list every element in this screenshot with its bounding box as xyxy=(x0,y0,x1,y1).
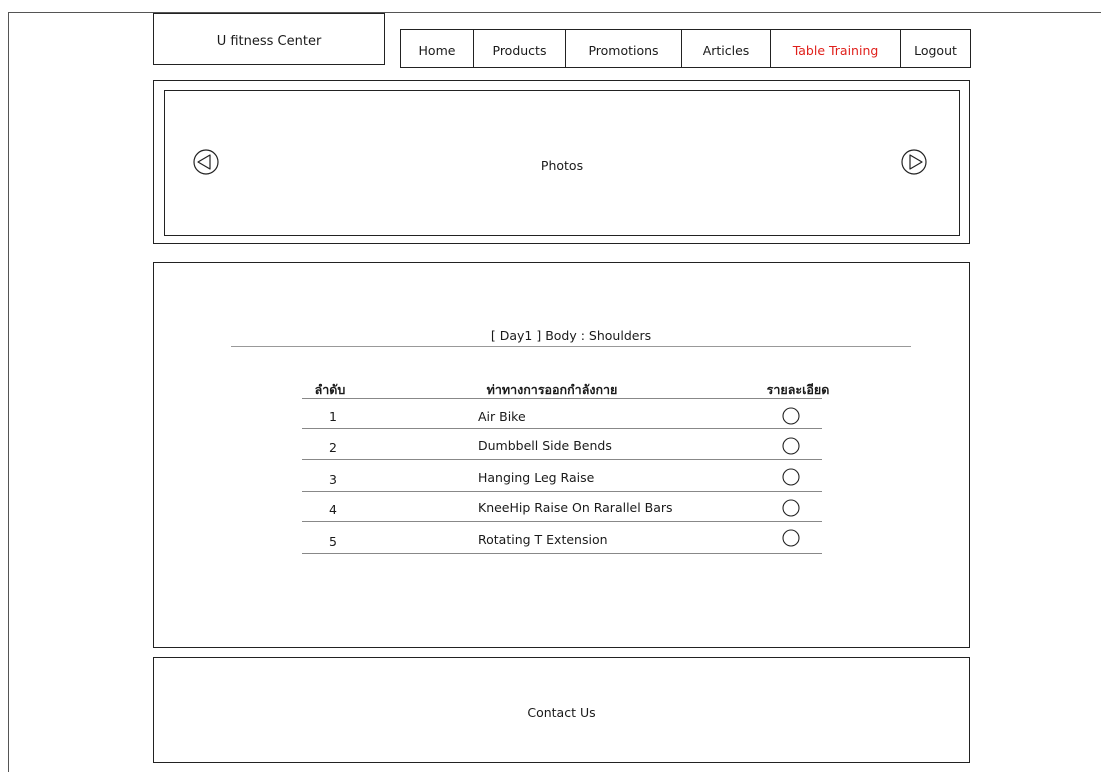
contact-us-link[interactable]: Contact Us xyxy=(153,705,970,720)
row-divider xyxy=(302,553,822,554)
photo-slider-label: Photos xyxy=(540,158,584,173)
nav-articles[interactable]: Articles xyxy=(682,30,771,67)
row-3-exercise: Hanging Leg Raise xyxy=(478,470,595,485)
row-5-detail-radio[interactable] xyxy=(782,529,800,547)
row-4-detail-radio[interactable] xyxy=(782,499,800,517)
row-3-number: 3 xyxy=(329,472,337,487)
col-header-detail: รายละเอียด xyxy=(766,382,830,397)
row-5-number: 5 xyxy=(329,534,337,549)
site-logo-text: U fitness Center xyxy=(216,34,322,49)
page-frame-left xyxy=(8,12,9,772)
nav-logout[interactable]: Logout xyxy=(901,30,970,67)
row-5-exercise: Rotating T Extension xyxy=(478,532,608,547)
row-4-exercise: KneeHip Raise On Rarallel Bars xyxy=(478,500,673,515)
nav-promotions[interactable]: Promotions xyxy=(566,30,682,67)
row-4-number: 4 xyxy=(329,502,337,517)
row-divider xyxy=(302,459,822,460)
slider-prev-icon[interactable] xyxy=(193,149,219,175)
col-header-exercise: ท่าทางการออกกำลังกาย xyxy=(486,382,618,397)
row-3-detail-radio[interactable] xyxy=(782,468,800,486)
slider-next-icon[interactable] xyxy=(901,149,927,175)
training-panel xyxy=(153,262,970,648)
site-logo[interactable]: U fitness Center xyxy=(153,13,385,65)
title-divider xyxy=(231,346,911,347)
row-divider xyxy=(302,521,822,522)
row-1-detail-radio[interactable] xyxy=(782,407,800,425)
col-header-order: ลำดับ xyxy=(314,382,346,397)
page: U fitness Center Home Products Promotion… xyxy=(0,0,1101,772)
row-2-exercise: Dumbbell Side Bends xyxy=(478,438,612,453)
nav-products[interactable]: Products xyxy=(474,30,566,67)
row-divider xyxy=(302,428,822,429)
row-2-detail-radio[interactable] xyxy=(782,437,800,455)
row-1-exercise: Air Bike xyxy=(478,409,526,424)
row-1-number: 1 xyxy=(329,409,337,424)
nav-table-training[interactable]: Table Training xyxy=(771,30,901,67)
row-divider xyxy=(302,491,822,492)
main-nav: Home Products Promotions Articles Table … xyxy=(400,29,971,68)
header-divider xyxy=(302,398,822,399)
nav-home[interactable]: Home xyxy=(401,30,474,67)
training-day-title: [ Day1 ] Body : Shoulders xyxy=(490,328,652,343)
row-2-number: 2 xyxy=(329,440,337,455)
